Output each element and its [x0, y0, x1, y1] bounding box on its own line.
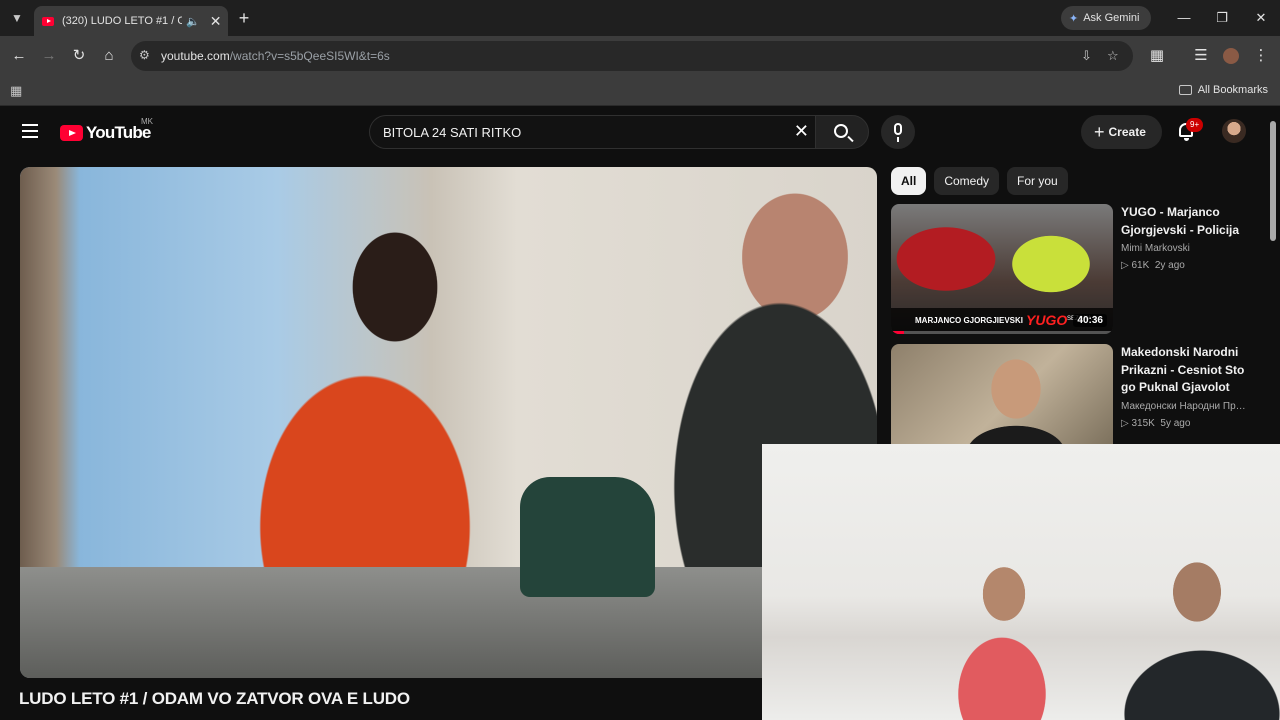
- recommended-title[interactable]: YUGO - Marjanco Gjorgjevski - Policija: [1121, 204, 1251, 239]
- notification-badge: 9+: [1186, 118, 1204, 132]
- page-scrollbar[interactable]: [1270, 121, 1276, 241]
- video-duration: 40:36: [1073, 314, 1107, 327]
- more-menu-icon[interactable]: ⋮: [1250, 45, 1272, 67]
- chip-comedy[interactable]: Comedy: [934, 167, 1000, 195]
- bookmark-star-icon[interactable]: ☆: [1107, 48, 1119, 64]
- plus-icon: +: [1094, 121, 1105, 142]
- hamburger-menu-icon[interactable]: [22, 124, 38, 138]
- youtube-logo[interactable]: YouTube: [60, 123, 151, 143]
- recommended-info: YUGO - Marjanco Gjorgjevski - Policija M…: [1121, 204, 1251, 271]
- recommended-video[interactable]: Makedonski Narodni Prikazni - Cesniot St…: [891, 344, 1261, 474]
- site-settings-icon[interactable]: ⚙: [139, 48, 150, 62]
- new-tab-plus-icon[interactable]: +: [234, 8, 254, 28]
- browser-tab-strip: ▼ (320) LUDO LETO #1 / ODAM VO ZATVOR OV…: [0, 0, 1280, 36]
- install-app-icon[interactable]: ⇩: [1081, 48, 1092, 64]
- youtube-play-logo-icon: [60, 125, 83, 141]
- ask-gemini-button[interactable]: ✦ Ask Gemini: [1061, 6, 1151, 30]
- bookmarks-bar: ▦ All Bookmarks: [0, 76, 1280, 106]
- youtube-page: YouTube MK BITOLA 24 SATI RITKO ✕ + Crea…: [0, 107, 1280, 720]
- address-bar[interactable]: ⚙ youtube.com/watch?v=s5bQeeSI5WI&t=6s ⇩…: [131, 41, 1133, 71]
- video-title: LUDO LETO #1 / ODAM VO ZATVOR OVA E LUDO: [19, 689, 410, 708]
- search-input[interactable]: BITOLA 24 SATI RITKO ✕: [369, 115, 815, 149]
- voice-search-button[interactable]: [881, 115, 915, 149]
- account-avatar[interactable]: [1222, 119, 1246, 143]
- youtube-header: YouTube MK BITOLA 24 SATI RITKO ✕ + Crea…: [0, 107, 1280, 157]
- recommended-video[interactable]: MARJANCO GJORGJIEVSKI YUGO SEZONA 2 40:3…: [891, 204, 1261, 334]
- ask-gemini-label: Ask Gemini: [1083, 12, 1140, 24]
- microphone-icon: [894, 123, 902, 142]
- create-button[interactable]: + Create: [1081, 115, 1162, 149]
- folder-icon: [1178, 85, 1192, 95]
- back-arrow-icon[interactable]: ←: [8, 45, 30, 67]
- speaker-icon[interactable]: 🔈: [186, 15, 200, 28]
- thumbnail-text: MARJANCO GJORGJIEVSKI: [915, 316, 1024, 325]
- create-label: Create: [1108, 125, 1146, 139]
- browser-toolbar: ← → ↻ ⌂ ⚙ youtube.com/watch?v=s5bQeeSI5W…: [0, 36, 1280, 76]
- video-player[interactable]: [20, 167, 877, 678]
- recommended-channel[interactable]: Mimi Markovski: [1121, 243, 1251, 254]
- video-thumbnail[interactable]: MARJANCO GJORGJIEVSKI YUGO SEZONA 2 40:3…: [891, 204, 1113, 334]
- all-bookmarks-button[interactable]: All Bookmarks: [1178, 84, 1268, 96]
- apps-grid-icon[interactable]: ▦: [10, 83, 22, 99]
- search-query-text: BITOLA 24 SATI RITKO: [383, 125, 522, 140]
- media-controls-icon[interactable]: ☰: [1190, 45, 1212, 67]
- all-bookmarks-label: All Bookmarks: [1197, 84, 1268, 96]
- tab-title: (320) LUDO LETO #1 / ODAM VO ZATVOR OVA …: [62, 15, 182, 27]
- recommended-meta: ▷ 61K 2y ago: [1121, 260, 1185, 271]
- thumbnail-brand-text: YUGO: [1026, 312, 1068, 328]
- reload-icon[interactable]: ↻: [68, 45, 90, 67]
- extensions-puzzle-icon[interactable]: ▦: [1146, 45, 1168, 67]
- recommended-channel[interactable]: Македонски Народни Прикаsни: [1121, 401, 1251, 412]
- gemini-sparkle-icon: ✦: [1069, 12, 1079, 25]
- youtube-favicon-icon: [42, 16, 54, 26]
- video-frame-car: [520, 477, 655, 597]
- watch-progress-bar: [891, 331, 1113, 334]
- recommended-info: Makedonski Narodni Prikazni - Cesniot St…: [1121, 344, 1251, 429]
- url-text: youtube.com/watch?v=s5bQeeSI5WI&t=6s: [161, 49, 390, 63]
- view-count: 61K: [1131, 260, 1150, 271]
- tab-close-icon[interactable]: ✕: [210, 13, 222, 30]
- upload-age: 5y ago: [1160, 417, 1191, 429]
- video-frame-street: [20, 567, 877, 678]
- clear-search-icon[interactable]: ✕: [794, 121, 809, 142]
- filter-chips: All Comedy For you: [891, 167, 1068, 195]
- youtube-logo-text: YouTube: [86, 123, 151, 142]
- country-code: MK: [141, 117, 153, 126]
- upload-age: 2y ago: [1154, 260, 1185, 271]
- tab-search-chevron-icon[interactable]: ▼: [6, 7, 28, 29]
- close-window-icon[interactable]: ✕: [1251, 8, 1271, 28]
- search-button[interactable]: [815, 115, 869, 149]
- forward-arrow-icon[interactable]: →: [38, 45, 60, 67]
- view-count: 315K: [1131, 417, 1155, 429]
- home-icon[interactable]: ⌂: [98, 45, 120, 67]
- chip-all[interactable]: All: [891, 167, 927, 195]
- recommended-title[interactable]: Makedonski Narodni Prikazni - Cesniot St…: [1121, 344, 1251, 397]
- browser-tab-active[interactable]: (320) LUDO LETO #1 / ODAM VO ZATVOR OVA …: [34, 6, 228, 36]
- search-icon: [834, 124, 848, 138]
- chip-for-you[interactable]: For you: [1007, 167, 1068, 195]
- webcam-overlay: [762, 444, 1280, 720]
- recommended-meta: ▷ 315K 5y ago: [1121, 417, 1191, 429]
- watch-progress-fill: [891, 331, 905, 334]
- profile-avatar-icon[interactable]: [1220, 45, 1242, 67]
- minimize-icon[interactable]: —: [1174, 8, 1194, 28]
- maximize-icon[interactable]: ❐: [1212, 8, 1232, 28]
